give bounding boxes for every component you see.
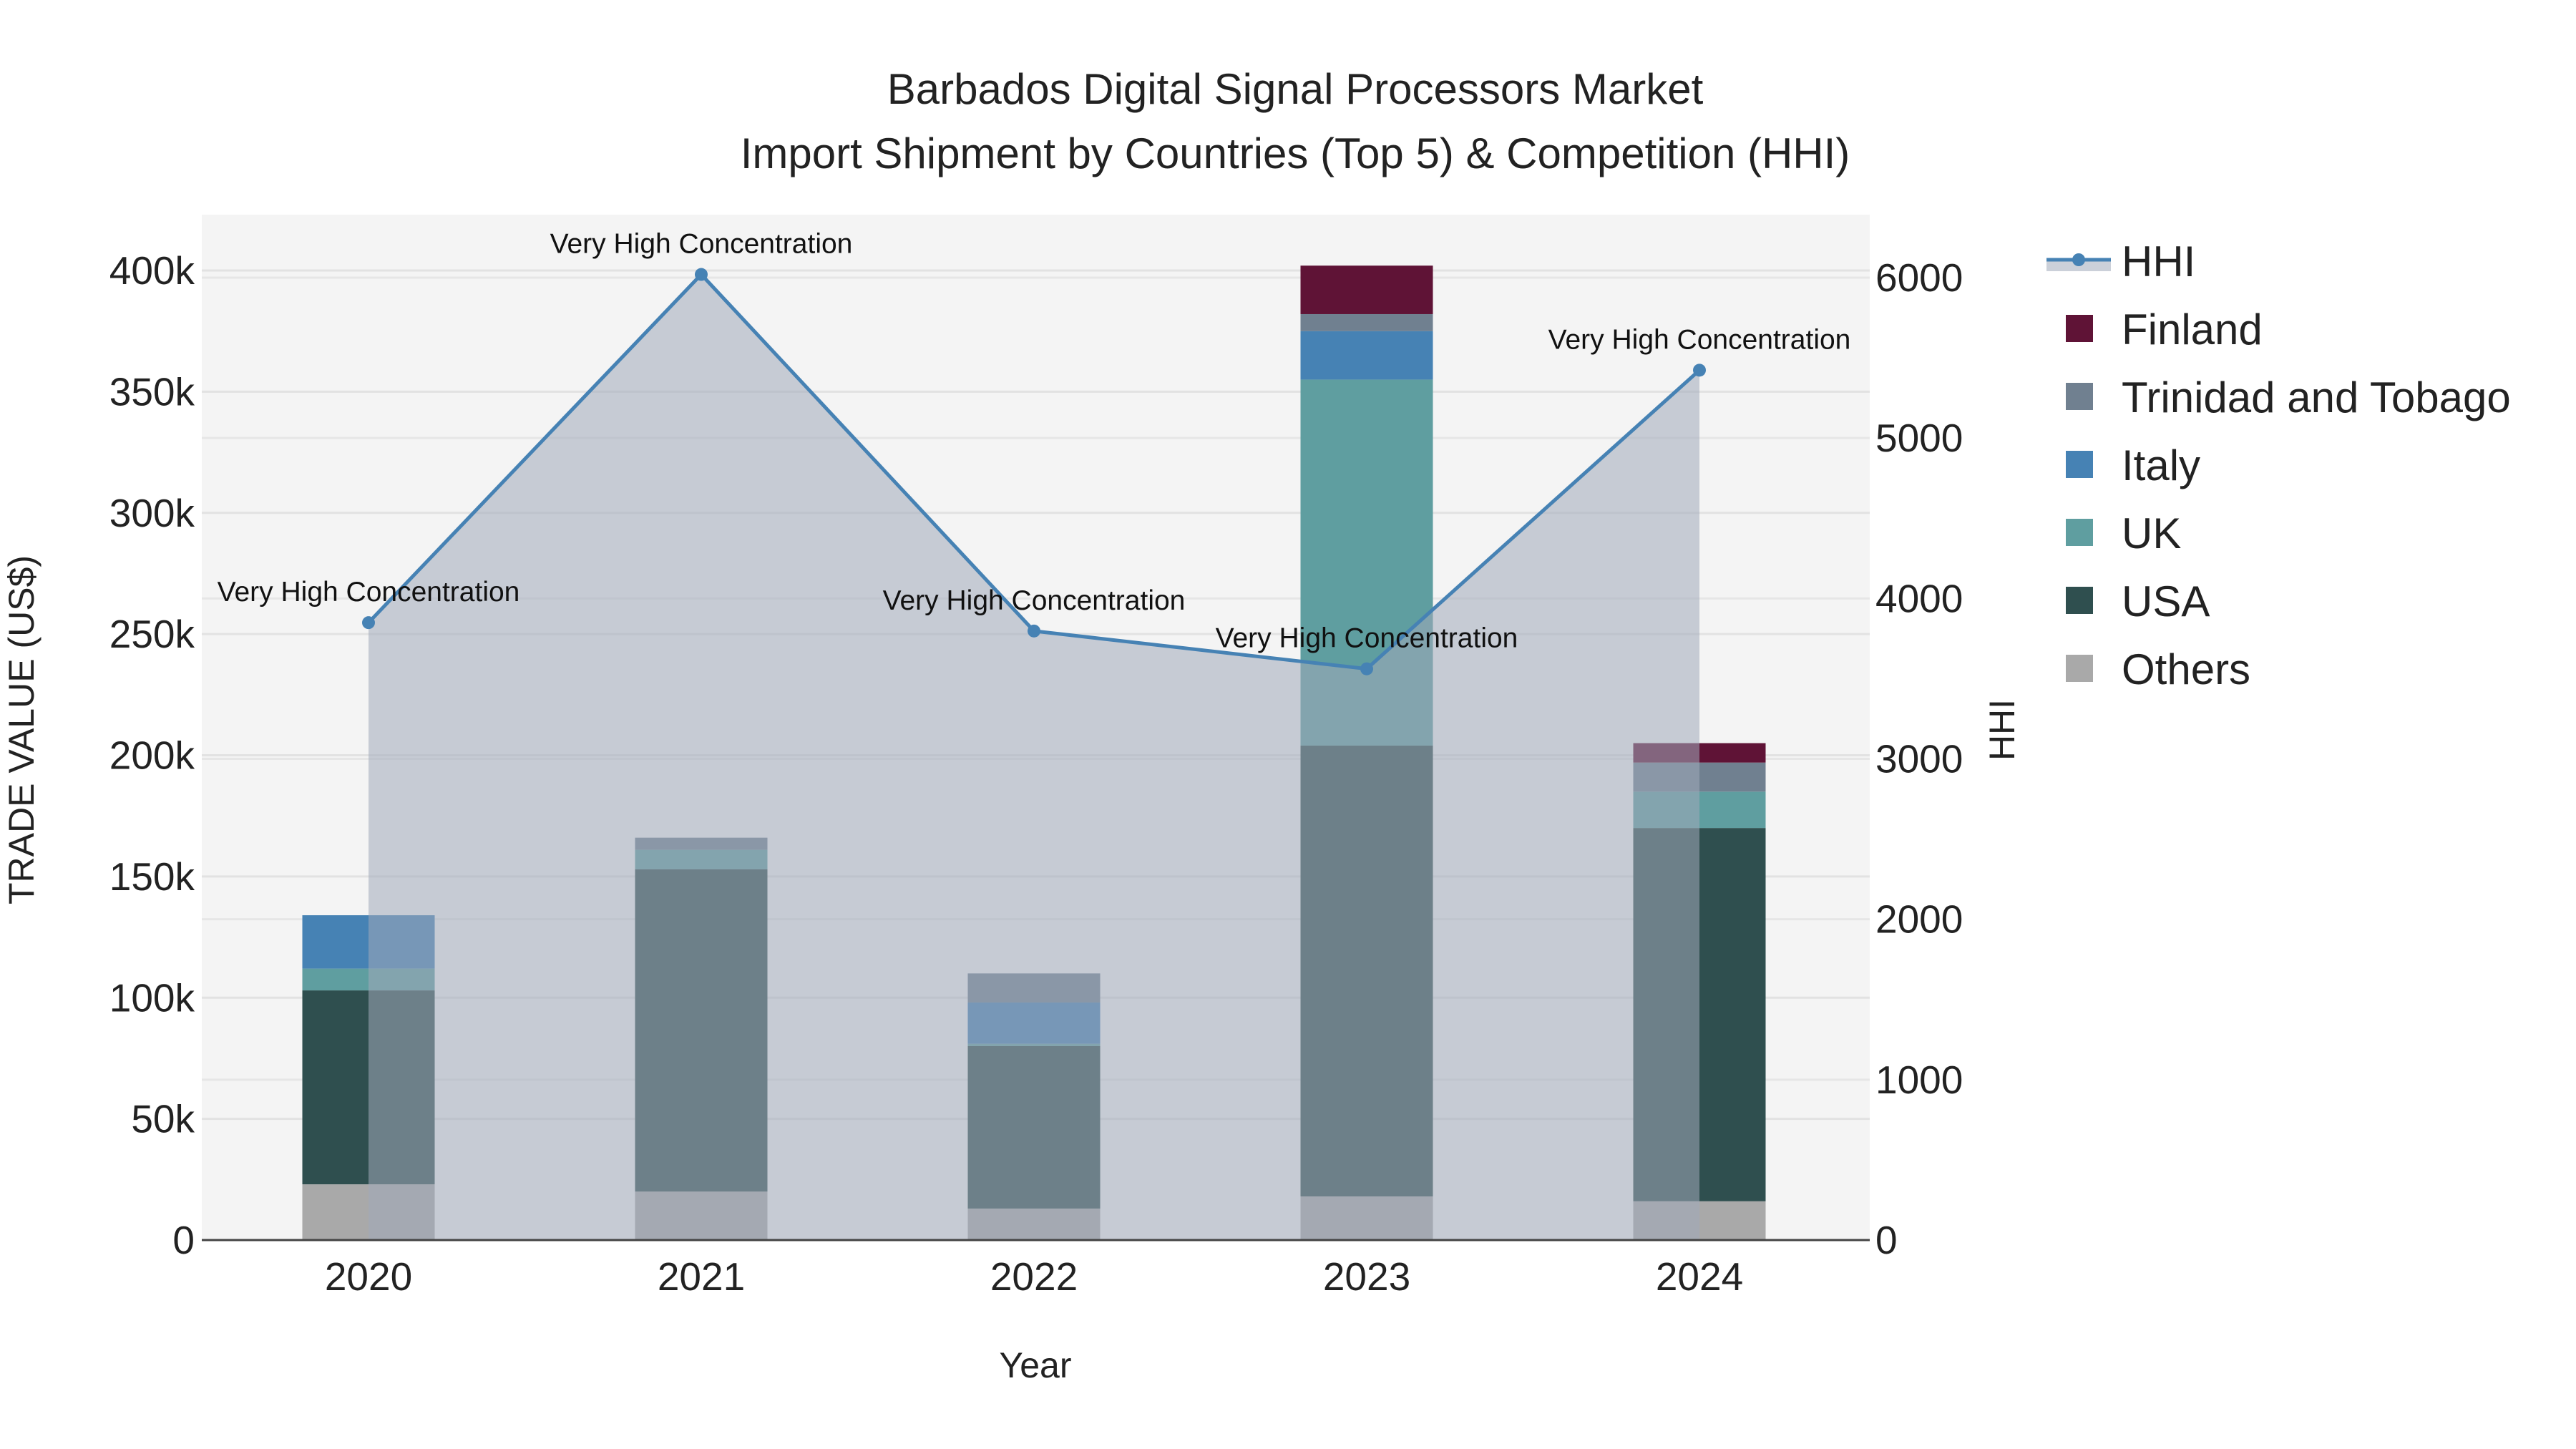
- legend-label: Finland: [2122, 306, 2263, 353]
- y-tick-label: 300k: [109, 491, 195, 535]
- legend-label: HHI: [2122, 238, 2195, 286]
- legend-swatch: [2066, 383, 2093, 410]
- hhi-point-2023: [1360, 662, 1373, 675]
- legend-swatch: [2066, 587, 2093, 614]
- bar-italy-2023: [1300, 331, 1433, 380]
- x-tick-label: 2021: [658, 1254, 745, 1299]
- x-tick-label: 2020: [325, 1254, 412, 1299]
- legend-item-usa: USA: [2066, 577, 2210, 625]
- chart: Very High Concentration Very High Concent…: [1, 65, 2511, 1385]
- y-tick-label: 200k: [109, 733, 195, 778]
- y2-tick-label: 5000: [1875, 416, 1963, 460]
- x-tick-label: 2022: [990, 1254, 1078, 1299]
- y2-tick-label: 2000: [1875, 897, 1963, 942]
- y2-tick-label: 4000: [1875, 576, 1963, 620]
- y-tick-label: 350k: [109, 369, 195, 414]
- x-tick-label: 2023: [1323, 1254, 1410, 1299]
- legend-label: Others: [2122, 645, 2250, 693]
- y-axis-ticks: 0 50k 100k 150k 200k 250k 300k 350k 400k: [109, 248, 195, 1262]
- x-tick-label: 2024: [1656, 1254, 1743, 1299]
- legend-label: UK: [2122, 509, 2181, 557]
- hhi-point-2020: [362, 616, 375, 630]
- legend-swatch-marker: [2072, 253, 2085, 266]
- y2-tick-label: 0: [1875, 1218, 1898, 1262]
- legend: HHI Finland Trinidad and Tobago Italy UK USA O…: [2046, 238, 2511, 693]
- bar-finland-2023: [1300, 265, 1433, 314]
- legend-swatch: [2066, 315, 2093, 342]
- legend-label: Trinidad and Tobago: [2122, 374, 2511, 421]
- y-tick-label: 150k: [109, 854, 195, 899]
- hhi-annotation: Very High Concentration: [883, 585, 1186, 616]
- legend-item-trinidad-and-tobago: Trinidad and Tobago: [2066, 374, 2511, 421]
- y2-tick-label: 6000: [1875, 255, 1963, 300]
- legend-item-italy: Italy: [2066, 441, 2200, 489]
- hhi-point-2021: [695, 268, 708, 281]
- y-tick-label: 100k: [109, 975, 195, 1020]
- y2-axis-title: HHI: [1982, 699, 2022, 761]
- y2-tick-label: 3000: [1875, 737, 1963, 781]
- hhi-point-2024: [1693, 364, 1706, 377]
- y-tick-label: 400k: [109, 248, 195, 293]
- x-axis-ticks: 2020 2021 2022 2023 2024: [325, 1254, 1743, 1299]
- hhi-annotation: Very High Concentration: [550, 229, 853, 260]
- legend-item-uk: UK: [2066, 509, 2181, 557]
- x-axis-title: Year: [999, 1345, 1071, 1385]
- y-tick-label: 50k: [131, 1097, 195, 1141]
- y2-axis-ticks: 0 1000 2000 3000 4000 5000 6000: [1875, 255, 1963, 1262]
- hhi-annotation: Very High Concentration: [1216, 623, 1518, 654]
- legend-item-others: Others: [2066, 645, 2250, 693]
- y2-tick-label: 1000: [1875, 1058, 1963, 1102]
- chart-subtitle: Import Shipment by Countries (Top 5) & C…: [741, 130, 1850, 177]
- y-axis-title: TRADE VALUE (US$): [1, 555, 42, 904]
- legend-item-hhi: HHI: [2046, 238, 2195, 286]
- legend-swatch: [2066, 451, 2093, 478]
- hhi-annotation: Very High Concentration: [1548, 324, 1851, 355]
- legend-item-finland: Finland: [2066, 306, 2263, 353]
- legend-swatch: [2066, 519, 2093, 546]
- legend-swatch: [2066, 655, 2093, 682]
- hhi-point-2022: [1028, 624, 1040, 638]
- hhi-annotation: Very High Concentration: [218, 577, 520, 608]
- legend-label: USA: [2122, 577, 2210, 625]
- y-tick-label: 250k: [109, 612, 195, 656]
- bar-trinidad-and-tobago-2023: [1300, 313, 1433, 331]
- chart-title: Barbados Digital Signal Processors Marke…: [887, 65, 1704, 113]
- y-tick-label: 0: [172, 1218, 195, 1262]
- legend-label: Italy: [2122, 441, 2200, 489]
